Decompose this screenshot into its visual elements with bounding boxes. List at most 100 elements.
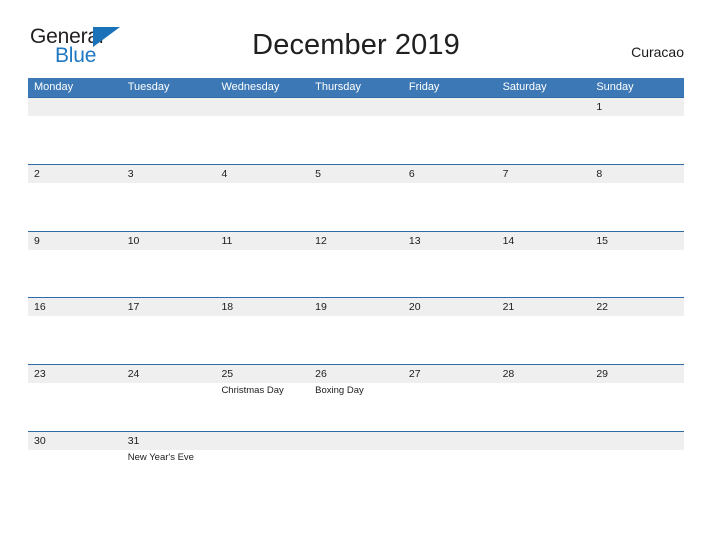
day-cell[interactable]: 22 bbox=[590, 298, 684, 364]
day-cell[interactable]: 14 bbox=[497, 232, 591, 298]
weekday-header-saturday: Saturday bbox=[502, 81, 547, 93]
day-cell[interactable]: 18 bbox=[215, 298, 309, 364]
day-cell[interactable]: 16 bbox=[28, 298, 122, 364]
day-number: 23 bbox=[34, 368, 46, 381]
weekday-header-tuesday: Tuesday bbox=[127, 81, 170, 93]
day-number: 25 bbox=[221, 368, 234, 381]
day-number bbox=[409, 432, 497, 450]
weekday-header-friday: Friday bbox=[408, 81, 440, 93]
day-number: 15 bbox=[596, 234, 608, 247]
weekday-header-monday: Monday bbox=[34, 81, 74, 93]
day-number: 24 bbox=[127, 368, 140, 381]
day-cell[interactable] bbox=[28, 98, 122, 164]
day-cell[interactable]: 12 bbox=[309, 232, 403, 298]
day-number: 27 bbox=[408, 368, 421, 381]
day-number: 1 bbox=[596, 101, 603, 113]
day-cell[interactable] bbox=[122, 98, 216, 164]
day-number: 8 bbox=[596, 167, 603, 180]
day-cell[interactable]: 30 bbox=[28, 432, 122, 498]
weekday-header-sunday: Sunday bbox=[596, 81, 634, 93]
day-number: 6 bbox=[408, 167, 415, 180]
day-cell[interactable]: 13 bbox=[403, 232, 497, 298]
day-number: 29 bbox=[596, 368, 608, 381]
day-number bbox=[315, 432, 403, 450]
day-number bbox=[503, 98, 591, 116]
day-cell[interactable]: 2 bbox=[28, 165, 122, 231]
day-cell[interactable]: 3 bbox=[122, 165, 216, 231]
day-number: 19 bbox=[315, 301, 327, 314]
day-number: 26 bbox=[315, 368, 327, 381]
day-cell[interactable]: 4 bbox=[215, 165, 309, 231]
day-number: 16 bbox=[34, 301, 46, 314]
weekday-header-row: Monday Tuesday Wednesday Thursday Friday… bbox=[28, 78, 684, 97]
day-number bbox=[409, 98, 497, 116]
day-cell[interactable]: 8 bbox=[590, 165, 684, 231]
day-number: 7 bbox=[502, 167, 509, 180]
day-cell[interactable]: 29 bbox=[590, 365, 684, 431]
day-cell[interactable]: 9 bbox=[28, 232, 122, 298]
day-number: 5 bbox=[315, 167, 321, 180]
day-number: 9 bbox=[34, 234, 40, 247]
weekday-header-thursday: Thursday bbox=[315, 81, 362, 93]
calendar-page: General Blue December 2019 Curacao Monda… bbox=[0, 0, 712, 550]
day-cell[interactable] bbox=[309, 432, 403, 498]
week-row: 30 31 New Year's Eve bbox=[28, 430, 684, 498]
day-cell[interactable] bbox=[215, 432, 309, 498]
day-cell[interactable]: 10 bbox=[122, 232, 216, 298]
week-row: 9 10 11 12 13 14 15 bbox=[28, 230, 684, 298]
calendar-grid: Monday Tuesday Wednesday Thursday Friday… bbox=[28, 78, 684, 498]
day-cell[interactable] bbox=[403, 98, 497, 164]
day-cell[interactable]: 27 bbox=[403, 365, 497, 431]
day-cell[interactable]: 7 bbox=[497, 165, 591, 231]
week-row: 16 17 18 19 20 21 22 bbox=[28, 297, 684, 365]
day-cell[interactable] bbox=[497, 432, 591, 498]
day-cell[interactable]: 23 bbox=[28, 365, 122, 431]
day-cell[interactable]: 24 bbox=[122, 365, 216, 431]
day-cell[interactable]: 5 bbox=[309, 165, 403, 231]
day-cell[interactable]: 31 New Year's Eve bbox=[122, 432, 216, 498]
day-number: 28 bbox=[502, 368, 515, 381]
day-cell[interactable] bbox=[590, 432, 684, 498]
day-cell[interactable]: 11 bbox=[215, 232, 309, 298]
weekday-header-wednesday: Wednesday bbox=[221, 81, 280, 93]
day-number bbox=[128, 98, 216, 116]
day-cell[interactable]: 19 bbox=[309, 298, 403, 364]
day-number: 17 bbox=[127, 301, 140, 314]
day-number: 21 bbox=[502, 301, 515, 314]
day-event-boxing-day: Boxing Day bbox=[315, 385, 364, 397]
day-cell[interactable] bbox=[215, 98, 309, 164]
region-label: Curacao bbox=[631, 44, 684, 60]
day-number: 20 bbox=[408, 301, 421, 314]
day-number: 2 bbox=[34, 167, 40, 180]
day-number: 13 bbox=[408, 234, 421, 247]
day-number: 11 bbox=[221, 234, 233, 247]
day-number: 14 bbox=[502, 234, 515, 247]
day-cell[interactable] bbox=[497, 98, 591, 164]
day-number bbox=[503, 432, 591, 450]
day-number: 22 bbox=[596, 301, 608, 314]
day-cell[interactable]: 25 Christmas Day bbox=[215, 365, 309, 431]
day-number: 18 bbox=[221, 301, 234, 314]
day-number: 30 bbox=[34, 434, 46, 447]
day-number bbox=[596, 432, 684, 450]
day-cell[interactable]: 26 Boxing Day bbox=[309, 365, 403, 431]
day-cell[interactable]: 28 bbox=[497, 365, 591, 431]
day-cell[interactable]: 15 bbox=[590, 232, 684, 298]
day-cell[interactable]: 20 bbox=[403, 298, 497, 364]
day-event-new-years-eve: New Year's Eve bbox=[127, 451, 194, 463]
week-row: 2 3 4 5 6 7 8 bbox=[28, 163, 684, 231]
day-number bbox=[34, 98, 122, 116]
day-event-christmas: Christmas Day bbox=[221, 385, 284, 397]
day-cell[interactable]: 17 bbox=[122, 298, 216, 364]
day-cell[interactable]: 6 bbox=[403, 165, 497, 231]
day-number bbox=[221, 432, 309, 450]
week-row: 1 bbox=[28, 97, 684, 164]
day-cell[interactable]: 21 bbox=[497, 298, 591, 364]
day-number: 3 bbox=[127, 167, 134, 180]
day-number bbox=[221, 98, 309, 116]
week-row: 23 24 25 Christmas Day 26 Boxing Day 27 28… bbox=[28, 364, 684, 431]
day-cell[interactable] bbox=[309, 98, 403, 164]
page-header: General Blue December 2019 Curacao bbox=[0, 0, 712, 66]
day-cell[interactable] bbox=[403, 432, 497, 498]
day-cell[interactable]: 1 bbox=[590, 98, 684, 164]
